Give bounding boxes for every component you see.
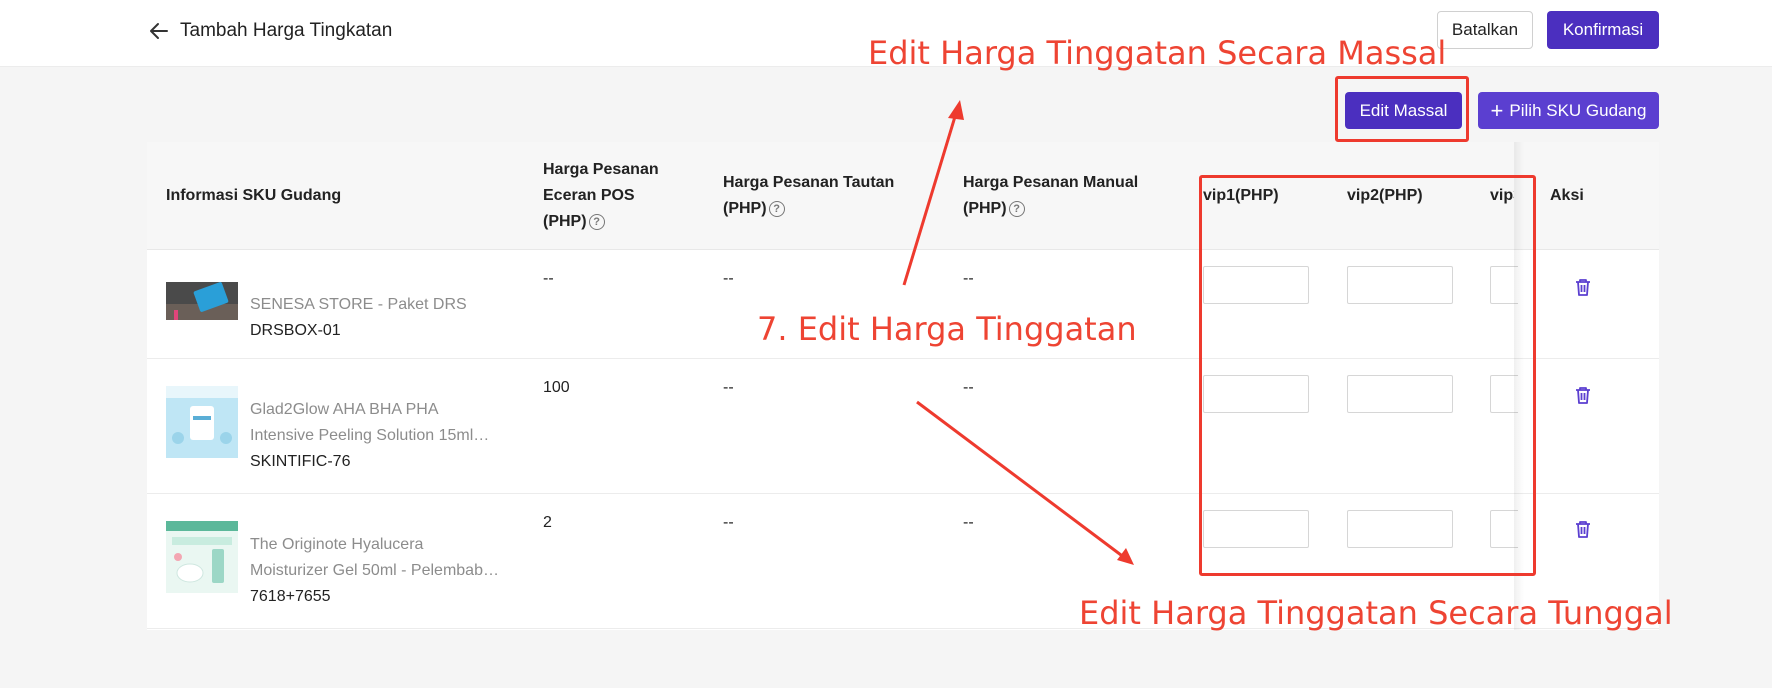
col-manual-price: Harga Pesanan Manual (PHP)?: [963, 170, 1138, 222]
col-sku-info: Informasi SKU Gudang: [166, 187, 342, 204]
col-link-line1: Harga Pesanan Tautan: [723, 174, 895, 191]
col-pos-line2: Eceran POS: [543, 187, 635, 204]
trash-icon[interactable]: [1574, 277, 1592, 297]
product-name-line1: Glad2Glow AHA BHA PHA: [250, 401, 439, 418]
sku-code: DRSBOX-01: [250, 322, 341, 339]
help-icon[interactable]: ?: [768, 200, 785, 217]
help-icon[interactable]: ?: [1008, 200, 1025, 217]
pick-sku-button[interactable]: + Pilih SKU Gudang: [1478, 92, 1659, 129]
product-thumbnail: [166, 386, 238, 458]
manual-price: --: [963, 514, 974, 531]
help-icon[interactable]: ?: [588, 213, 605, 230]
manual-price: --: [963, 270, 974, 287]
col-action: Aksi: [1550, 187, 1584, 204]
bulk-edit-highlight-box: [1335, 76, 1469, 142]
col-link-line2: (PHP): [723, 200, 767, 217]
pos-price: 100: [543, 379, 570, 396]
col-manual-line1: Harga Pesanan Manual: [963, 174, 1139, 191]
pos-price: 2: [543, 514, 552, 531]
bulk-edit-annotation: Edit Harga Tinggatan Secara Massal: [868, 34, 1447, 72]
single-edit-annotation: Edit Harga Tinggatan Secara Tunggal: [1079, 594, 1673, 632]
product-name-line1: The Originote Hyalucera: [250, 536, 424, 553]
step-annotation: 7. Edit Harga Tinggatan: [757, 310, 1137, 348]
confirm-button[interactable]: Konfirmasi: [1547, 11, 1659, 49]
col-pos-line3: (PHP): [543, 213, 587, 230]
sku-code: SKINTIFIC-76: [250, 453, 351, 470]
product-thumbnail: [166, 282, 238, 320]
page-title: Tambah Harga Tingkatan: [180, 20, 393, 41]
single-edit-highlight-box: [1199, 175, 1536, 576]
col-manual-line2: (PHP): [963, 200, 1007, 217]
product-name-line2: Intensive Peeling Solution 15ml…: [250, 427, 490, 444]
manual-price: --: [963, 379, 974, 396]
product-name: Glad2Glow AHA BHA PHA Intensive Peeling …: [250, 397, 510, 449]
back-arrow-icon[interactable]: [146, 18, 172, 44]
product-thumbnail: [166, 521, 238, 593]
link-price: --: [723, 379, 734, 396]
link-price: --: [723, 514, 734, 531]
col-pos-line1: Harga Pesanan: [543, 161, 659, 178]
cancel-button[interactable]: Batalkan: [1437, 11, 1533, 49]
product-name: The Originote Hyalucera Moisturizer Gel …: [250, 532, 510, 584]
col-link-price: Harga Pesanan Tautan (PHP)?: [723, 170, 894, 222]
link-price: --: [723, 270, 734, 287]
product-name-line2: Moisturizer Gel 50ml - Pelembab…: [250, 562, 499, 579]
pos-price: --: [543, 270, 554, 287]
sku-code: 7618+7655: [250, 588, 331, 605]
pick-sku-label: Pilih SKU Gudang: [1509, 100, 1647, 120]
trash-icon[interactable]: [1574, 519, 1592, 539]
plus-icon: +: [1490, 97, 1504, 123]
trash-icon[interactable]: [1574, 385, 1592, 405]
product-name: SENESA STORE - Paket DRS: [250, 296, 467, 313]
col-pos-price: Harga Pesanan Eceran POS (PHP)?: [543, 157, 659, 235]
